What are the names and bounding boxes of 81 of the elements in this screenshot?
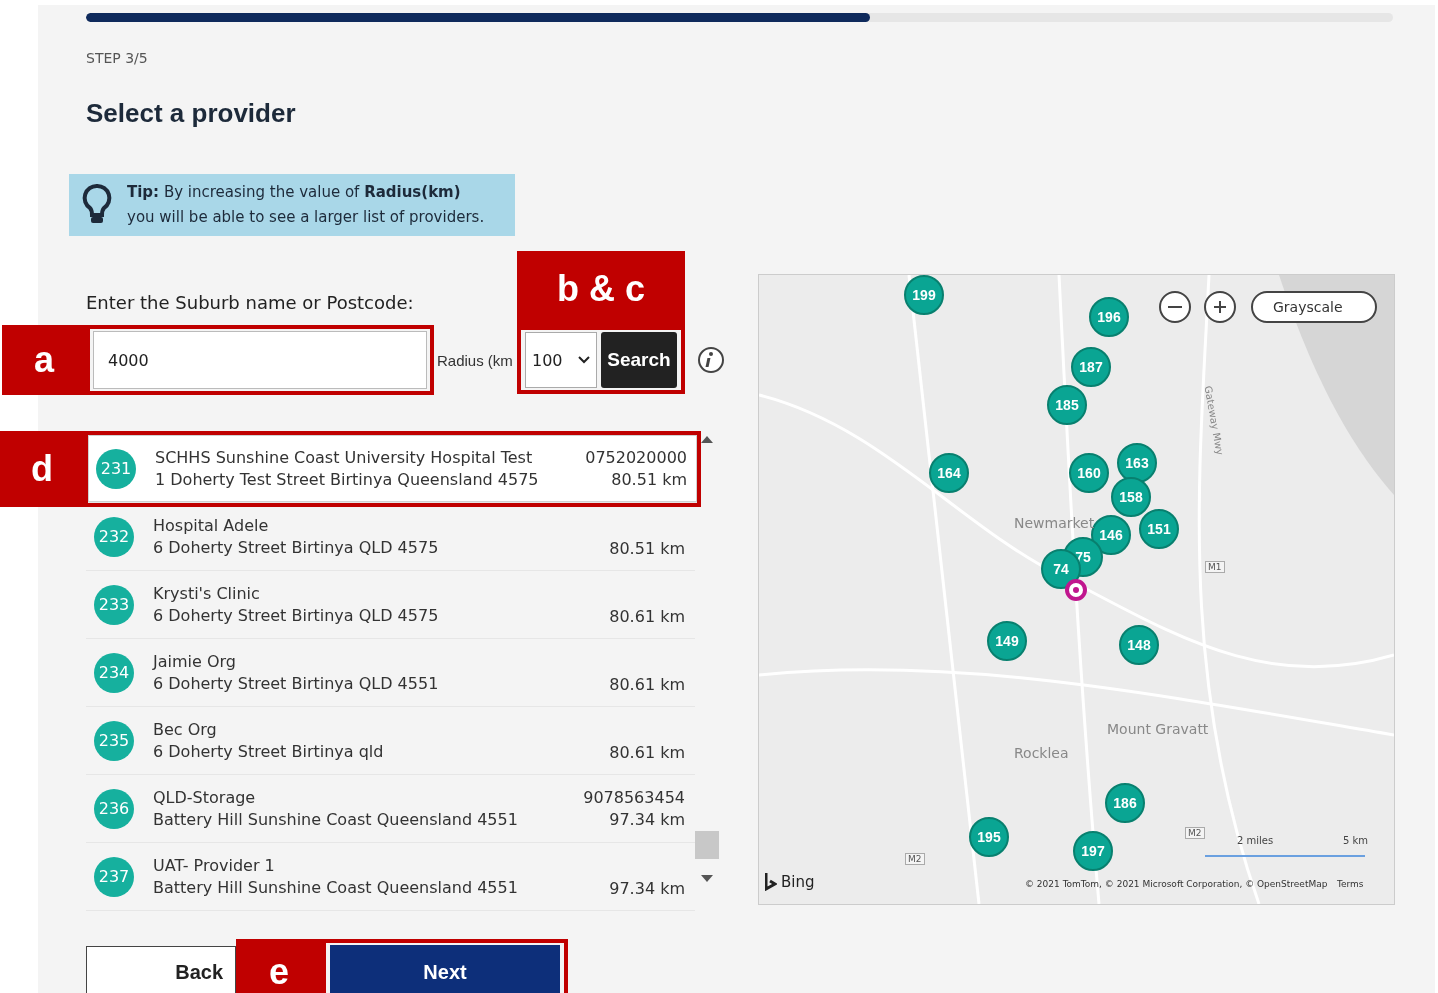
provider-distance: 97.34 km: [609, 810, 685, 829]
road-shield: M2: [905, 853, 925, 865]
provider-phone: 0752020000: [585, 448, 687, 467]
provider-address: 6 Doherty Street Birtinya QLD 4575: [153, 538, 440, 557]
map-marker[interactable]: 185: [1047, 385, 1087, 425]
provider-number: 237: [94, 856, 134, 897]
provider-address: Battery Hill Sunshine Coast Queensland 4551: [153, 878, 519, 897]
map-marker[interactable]: 148: [1119, 625, 1159, 665]
map-marker[interactable]: 199: [904, 275, 944, 315]
provider-name: SCHHS Sunshine Coast University Hospital Test: [155, 448, 534, 467]
provider-distance: 80.61 km: [609, 607, 685, 626]
map-brand: Bing: [781, 873, 815, 891]
provider-address: 1 Doherty Test Street Birtinya Queensland 4575: [155, 470, 540, 489]
scale-label: 2 miles: [1237, 835, 1274, 846]
location-pin-icon: [1065, 579, 1087, 601]
provider-distance: 80.61 km: [609, 743, 685, 762]
step-indicator: STEP 3/5: [86, 50, 149, 66]
map-marker[interactable]: 196: [1089, 297, 1129, 337]
provider-distance: 80.51 km: [611, 470, 687, 489]
map-marker[interactable]: 158: [1111, 477, 1151, 517]
next-button[interactable]: Next: [330, 945, 560, 993]
place-label: Mount Gravatt: [1107, 721, 1209, 737]
search-label: Enter the Suburb name or Postcode:: [86, 292, 414, 313]
provider-number: 234: [94, 652, 134, 693]
provider-number: 235: [94, 720, 134, 761]
provider-name: Jaimie Org: [153, 652, 237, 671]
provider-address: 6 Doherty Street Birtinya QLD 4575: [153, 606, 440, 625]
provider-address: 6 Doherty Street Birtinya qld: [153, 742, 385, 761]
radius-select[interactable]: 100: [525, 332, 597, 388]
scale-label: 5 km: [1343, 835, 1369, 846]
road-label: Gateway Mwy: [1202, 385, 1226, 456]
page-title: Select a provider: [86, 98, 297, 129]
provider-number: 233: [94, 584, 134, 625]
map-marker[interactable]: 163: [1117, 443, 1157, 483]
minus-icon: [1168, 306, 1182, 308]
scroll-down-icon[interactable]: [701, 875, 713, 883]
provider-row[interactable]: 231 SCHHS Sunshine Coast University Hospital Test 1 Doherty Test Street Birtinya Queensland 4575 0752020000 80.51 km: [88, 435, 697, 503]
provider-number: 236: [94, 788, 134, 829]
map-marker[interactable]: 195: [969, 817, 1009, 857]
callout-label: b & c: [517, 251, 685, 326]
place-label: Rocklea: [1014, 745, 1069, 761]
search-button[interactable]: Search: [601, 332, 677, 388]
provider-name: Krysti's Clinic: [153, 584, 261, 603]
map-marker[interactable]: 160: [1069, 453, 1109, 493]
scroll-up-icon[interactable]: [701, 435, 713, 443]
provider-distance: 80.61 km: [609, 675, 685, 694]
back-button[interactable]: Back: [86, 946, 236, 993]
callout-label: d: [0, 431, 84, 507]
callout-label: a: [2, 325, 86, 395]
map-marker[interactable]: 151: [1139, 509, 1179, 549]
chevron-down-icon: [578, 356, 590, 364]
zoom-out-button[interactable]: [1159, 291, 1191, 323]
terms-link[interactable]: Terms: [1337, 879, 1364, 889]
provider-address: 6 Doherty Street Birtinya QLD 4551: [153, 674, 440, 693]
plus-icon: [1212, 299, 1228, 315]
provider-name: QLD-Storage: [153, 788, 257, 807]
road-shield: M2: [1185, 827, 1205, 839]
tip-text: Tip: By increasing the value of Radius(km) you will be able to see a larger list of providers.: [127, 182, 485, 228]
callout-label: e: [236, 939, 322, 993]
map-copyright: © 2021 TomTom, © 2021 Microsoft Corporation, © OpenStreetMap: [1025, 879, 1328, 889]
postcode-input[interactable]: 4000: [93, 331, 427, 389]
provider-address: Battery Hill Sunshine Coast Queensland 4551: [153, 810, 519, 829]
map-style-button[interactable]: Grayscale: [1251, 291, 1377, 323]
map-marker[interactable]: 149: [987, 621, 1027, 661]
provider-name: UAT- Provider 1: [153, 856, 276, 875]
map-marker[interactable]: 164: [929, 453, 969, 493]
road-shield: M1: [1205, 561, 1225, 573]
provider-phone: 9078563454: [583, 788, 685, 807]
map-marker[interactable]: 186: [1105, 783, 1145, 823]
map-marker[interactable]: 187: [1071, 347, 1111, 387]
provider-number: 231: [96, 448, 136, 489]
radius-label: Radius (km: [437, 351, 514, 369]
map-marker[interactable]: 197: [1073, 831, 1113, 871]
provider-name: Hospital Adele: [153, 516, 270, 535]
provider-distance: 97.34 km: [609, 879, 685, 898]
bing-logo-icon: [765, 873, 777, 891]
provider-number: 232: [94, 516, 134, 557]
provider-distance: 80.51 km: [609, 539, 685, 558]
scrollbar-thumb[interactable]: [695, 831, 719, 859]
provider-name: Bec Org: [153, 720, 218, 739]
zoom-in-button[interactable]: [1204, 291, 1236, 323]
